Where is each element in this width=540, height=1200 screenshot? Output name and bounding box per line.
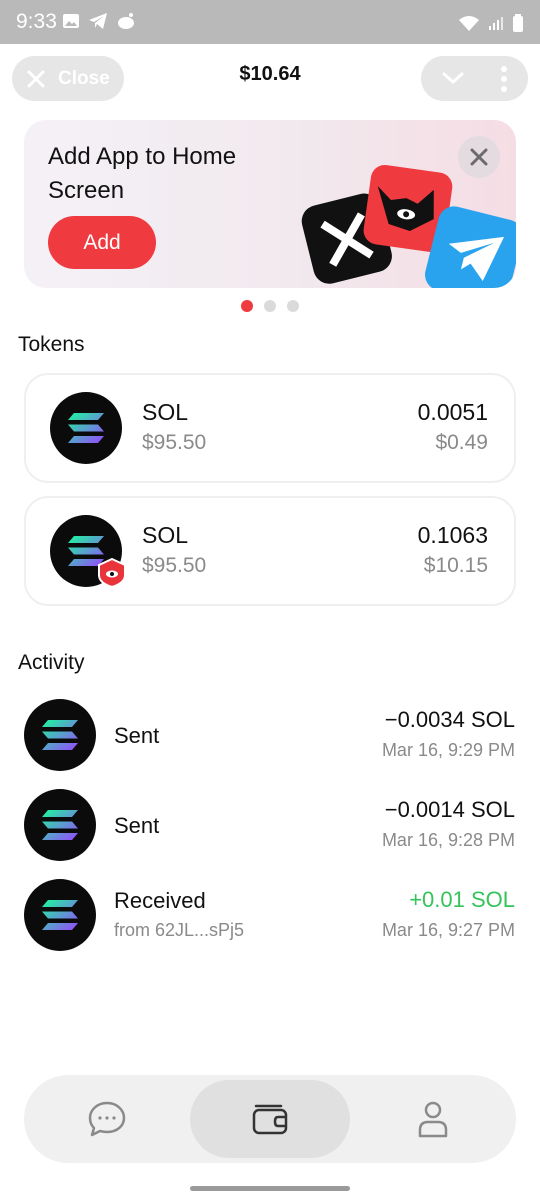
menu-pill (421, 56, 528, 101)
activity-time: Mar 16, 9:28 PM (381, 830, 515, 850)
carousel-dots (0, 300, 540, 312)
solana-icon (50, 392, 122, 464)
carousel-dot[interactable] (264, 300, 276, 312)
telegram-icon (89, 13, 107, 29)
activity-heading: Activity (18, 651, 85, 674)
nav-wallet[interactable] (190, 1080, 350, 1158)
carousel-dot[interactable] (287, 300, 299, 312)
token-name: SOL (142, 522, 189, 548)
activity-amount: −0.0014 SOL (384, 797, 515, 822)
token-name: SOL (142, 399, 189, 425)
token-price: $95.50 (142, 554, 207, 577)
activity-item[interactable]: Sent −0.0014 SOL Mar 16, 9:28 PM (0, 789, 540, 861)
status-time: 9:33 (16, 10, 57, 33)
add-button[interactable]: Add (48, 216, 156, 269)
home-indicator[interactable] (190, 1186, 350, 1191)
notification-icons (62, 12, 136, 30)
nav-profile[interactable] (350, 1075, 516, 1163)
gallery-icon (63, 14, 79, 28)
nav-chat[interactable] (24, 1075, 190, 1163)
token-value: $10.15 (423, 554, 488, 577)
activity-item[interactable]: Received from 62JL...sPj5 +0.01 SOL Mar … (0, 879, 540, 951)
app-icons-illustration (301, 164, 516, 288)
solana-icon (24, 699, 96, 771)
system-icons (458, 14, 524, 32)
reddit-icon (118, 13, 134, 29)
activity-label: Received (114, 888, 206, 913)
top-bar: Close $10.64 (0, 44, 540, 118)
banner-title: Add App to Home Screen (48, 143, 237, 204)
activity-amount: +0.01 SOL (409, 887, 515, 912)
token-card-sol[interactable]: SOL $95.50 0.0051 $0.49 (24, 373, 516, 483)
token-card-sol-staked[interactable]: SOL $95.50 0.1063 $10.15 (24, 496, 516, 606)
activity-time: Mar 16, 9:29 PM (381, 740, 515, 760)
token-amount: 0.1063 (417, 522, 488, 548)
activity-item[interactable]: Sent −0.0034 SOL Mar 16, 9:29 PM (0, 699, 540, 771)
shield-eye-badge-icon (98, 558, 126, 588)
token-amount: 0.0051 (417, 399, 488, 425)
activity-amount: −0.0034 SOL (384, 707, 515, 732)
chevron-down-icon[interactable] (441, 68, 465, 88)
status-bar: 9:33 (0, 0, 540, 44)
activity-label: Sent (114, 813, 160, 838)
activity-time: Mar 16, 9:27 PM (381, 920, 515, 940)
tokens-heading: Tokens (18, 333, 85, 356)
more-icon[interactable] (500, 66, 508, 92)
signal-icon (489, 17, 503, 30)
activity-label: Sent (114, 723, 160, 748)
chat-icon (88, 1101, 126, 1137)
carousel-dot[interactable] (241, 300, 253, 312)
token-price: $95.50 (142, 431, 207, 454)
wallet-icon (252, 1104, 288, 1135)
profile-icon (418, 1101, 448, 1138)
activity-sender: from 62JL...sPj5 (114, 920, 245, 940)
solana-icon (24, 789, 96, 861)
token-value: $0.49 (435, 431, 488, 454)
bottom-nav (24, 1075, 516, 1163)
wifi-icon (459, 16, 479, 31)
battery-icon (513, 14, 523, 32)
add-to-home-banner: Add App to Home Screen Add (24, 120, 516, 288)
solana-icon (24, 879, 96, 951)
